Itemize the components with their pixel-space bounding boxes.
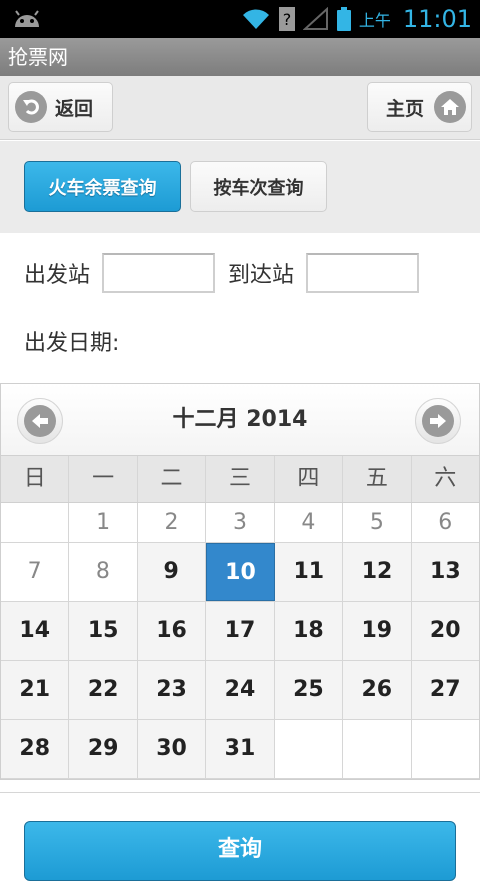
calendar-week-row: 14 15 16 17 18 19 20 (1, 602, 479, 661)
calendar-day-disabled: 7 (1, 543, 70, 601)
calendar-day[interactable]: 26 (343, 661, 412, 719)
calendar-day[interactable]: 19 (343, 602, 412, 660)
calendar-day[interactable]: 18 (274, 602, 344, 660)
status-ampm: 上午 (358, 11, 391, 30)
calendar-empty-cell (274, 720, 344, 778)
query-tabs: 火车余票查询 按车次查询 (0, 141, 480, 233)
calendar-day[interactable]: 13 (411, 543, 479, 601)
calendar-day[interactable]: 22 (69, 661, 138, 719)
calendar-day[interactable]: 21 (1, 661, 70, 719)
arrow-right-icon (422, 405, 454, 437)
app-title-bar: 抢票网 (0, 38, 480, 76)
tab-by-train-number[interactable]: 按车次查询 (190, 161, 327, 212)
unknown-sim-icon: ? (278, 7, 295, 31)
date-picker-calendar: 十二月 2014 日 一 二 三 四 五 六 1 2 3 4 5 6 7 8 9… (0, 383, 480, 780)
calendar-week-row: 1 2 3 4 5 6 (1, 503, 479, 543)
calendar-day-grid: 1 2 3 4 5 6 7 8 9 10 11 12 13 14 15 16 1… (1, 503, 479, 779)
calendar-empty-cell (343, 720, 412, 778)
calendar-day[interactable]: 28 (1, 720, 70, 778)
calendar-day-disabled: 3 (206, 503, 275, 542)
search-form: 出发站 到达站 出发日期: (0, 233, 480, 373)
calendar-week-row: 7 8 9 10 11 12 13 (1, 543, 479, 602)
calendar-day-disabled: 4 (274, 503, 344, 542)
calendar-day[interactable]: 17 (206, 602, 275, 660)
calendar-day[interactable]: 15 (69, 602, 138, 660)
calendar-day[interactable]: 9 (137, 543, 206, 601)
weekday-label: 一 (69, 456, 138, 502)
calendar-day[interactable]: 24 (206, 661, 275, 719)
android-icon (15, 10, 39, 27)
status-time: 11:01 (402, 5, 472, 33)
signal-icon (302, 7, 328, 30)
calendar-day[interactable]: 23 (137, 661, 207, 719)
calendar-day-disabled: 1 (69, 503, 138, 542)
query-submit-button[interactable]: 查询 (24, 821, 456, 881)
calendar-day[interactable]: 27 (411, 661, 479, 719)
from-station-label: 出发站 (24, 263, 91, 288)
wifi-icon (242, 9, 269, 29)
arrow-left-icon (24, 405, 56, 437)
status-bar: ? 上午 11:01 (0, 0, 480, 38)
next-month-button[interactable] (415, 398, 461, 444)
weekday-label: 四 (275, 456, 344, 502)
calendar-day[interactable]: 29 (69, 720, 138, 778)
calendar-week-row: 28 29 30 31 (1, 720, 479, 779)
weekday-header-row: 日 一 二 三 四 五 六 (1, 455, 479, 503)
calendar-day[interactable]: 31 (206, 720, 275, 778)
svg-text:?: ? (283, 10, 292, 29)
weekday-label: 二 (138, 456, 207, 502)
back-button[interactable]: 返回 (8, 82, 113, 132)
weekday-label: 五 (343, 456, 412, 502)
calendar-day[interactable]: 11 (275, 543, 344, 601)
back-arrow-icon (15, 91, 47, 123)
page-header: 返回 主页 (0, 76, 480, 140)
home-icon (434, 91, 467, 123)
calendar-day-disabled: 5 (343, 503, 412, 542)
calendar-day-disabled: 6 (411, 503, 479, 542)
section-divider (0, 792, 480, 793)
to-station-input[interactable] (306, 253, 419, 293)
calendar-day[interactable]: 16 (137, 602, 207, 660)
calendar-day-disabled: 2 (137, 503, 207, 542)
weekday-label: 三 (206, 456, 275, 502)
calendar-week-row: 21 22 23 24 25 26 27 (1, 661, 479, 720)
calendar-day[interactable]: 25 (274, 661, 344, 719)
app-title: 抢票网 (8, 45, 68, 69)
calendar-month-title: 十二月 2014 (172, 407, 308, 432)
prev-month-button[interactable] (17, 398, 63, 444)
home-button-label: 主页 (386, 97, 425, 120)
from-station-input[interactable] (102, 253, 215, 293)
back-button-label: 返回 (55, 97, 94, 120)
to-station-label: 到达站 (228, 263, 295, 288)
calendar-day[interactable]: 20 (411, 602, 479, 660)
weekday-label: 日 (1, 456, 70, 502)
calendar-day[interactable]: 14 (1, 602, 70, 660)
tab-remaining-tickets[interactable]: 火车余票查询 (24, 161, 181, 212)
calendar-empty-cell (411, 720, 479, 778)
battery-icon (336, 7, 351, 31)
calendar-day[interactable]: 30 (137, 720, 207, 778)
weekday-label: 六 (434, 466, 457, 491)
departure-date-label: 出发日期: (24, 331, 120, 356)
calendar-day-disabled: 8 (69, 543, 138, 601)
home-button[interactable]: 主页 (367, 82, 472, 132)
calendar-day[interactable]: 12 (343, 543, 412, 601)
calendar-day-selected[interactable]: 10 (205, 543, 276, 601)
calendar-empty-cell (1, 503, 70, 542)
